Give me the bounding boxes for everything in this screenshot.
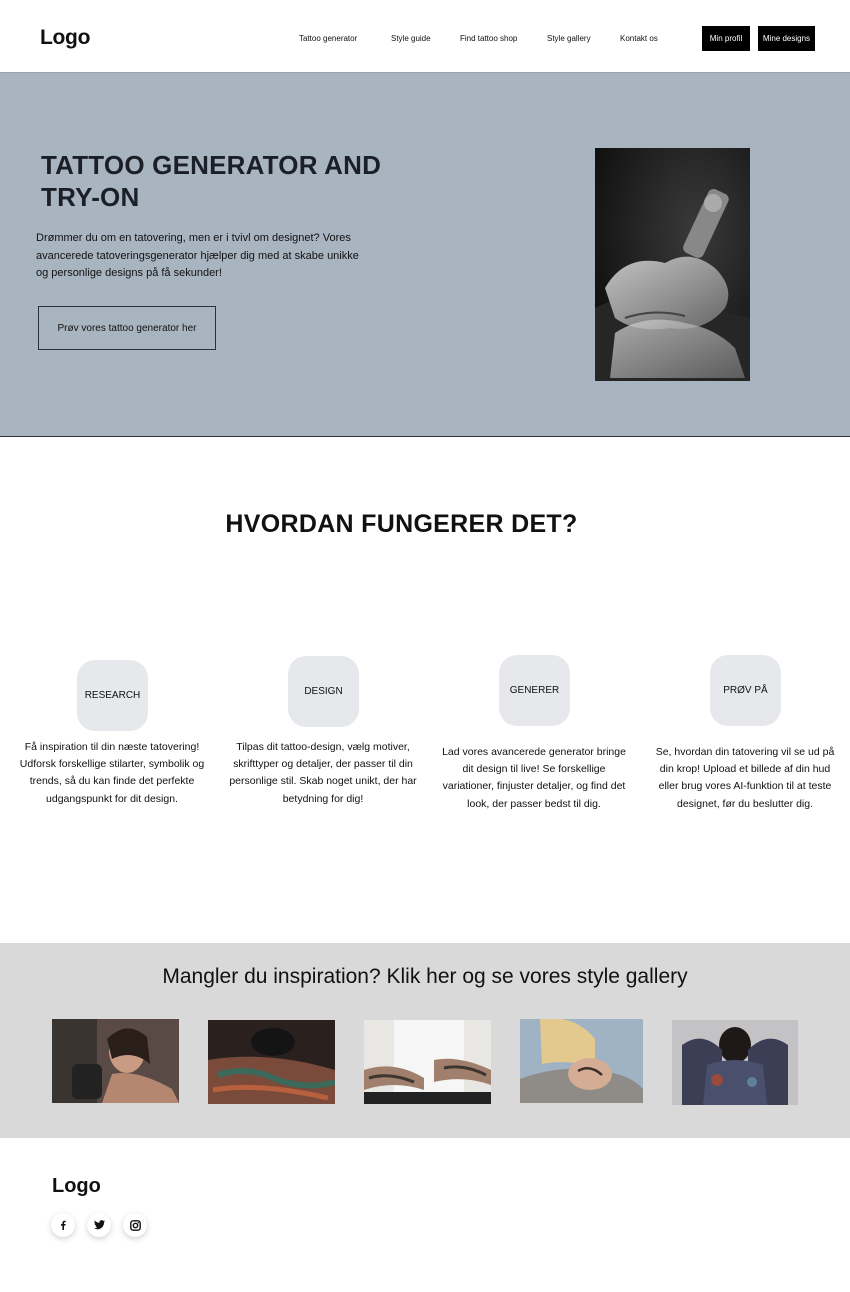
step-label-design: DESIGN <box>304 686 343 697</box>
nav-kontakt-os[interactable]: Kontakt os <box>620 34 658 43</box>
style-gallery-section: Mangler du inspiration? Klik her og se v… <box>0 943 850 1138</box>
step-label-generer: GENERER <box>509 685 560 696</box>
site-header: Logo Tattoo generator Style guide Find t… <box>0 0 850 73</box>
gallery-image-2[interactable] <box>208 1020 335 1104</box>
twitter-icon[interactable] <box>87 1213 111 1237</box>
min-profil-button[interactable]: Min profil <box>702 26 750 51</box>
instagram-icon[interactable] <box>123 1213 147 1237</box>
footer-logo[interactable]: Logo <box>52 1175 101 1198</box>
gallery-title[interactable]: Mangler du inspiration? Klik her og se v… <box>0 965 850 989</box>
nav-style-guide[interactable]: Style guide <box>391 34 431 43</box>
step-badge-prov-pa: PRØV PÅ <box>710 655 781 726</box>
hero-tattoo-artist-image <box>595 148 750 381</box>
nav-find-tattoo-shop[interactable]: Find tattoo shop <box>460 34 517 43</box>
hero-title: TATTOO GENERATOR AND TRY-ON <box>41 150 382 212</box>
step-badge-design: DESIGN <box>288 656 359 727</box>
step-label-research: RESEARCH <box>84 690 141 701</box>
mine-designs-button[interactable]: Mine designs <box>758 26 815 51</box>
facebook-icon[interactable] <box>51 1213 75 1237</box>
step-text-generer: Lad vores avancerede generator bringe di… <box>442 746 626 810</box>
step-badge-research: RESEARCH <box>77 660 148 731</box>
step-badge-generer: GENERER <box>499 655 570 726</box>
step-text-design: Tilpas dit tattoo-design, vælg motiver, … <box>229 741 417 805</box>
nav-style-gallery[interactable]: Style gallery <box>547 34 591 43</box>
how-it-works-title: HVORDAN FUNGERER DET? <box>225 510 578 538</box>
hero-description: Drømmer du om en tatovering, men er i tv… <box>36 232 359 279</box>
step-text-research: Få inspiration til din næste tatovering!… <box>19 741 205 805</box>
gallery-image-3[interactable] <box>364 1020 491 1104</box>
header-logo[interactable]: Logo <box>40 26 90 50</box>
step-text-prov-pa: Se, hvordan din tatovering vil se ud på … <box>655 746 835 810</box>
hero-section: TATTOO GENERATOR AND TRY-ON Drømmer du o… <box>0 73 850 437</box>
step-label-prov-pa: PRØV PÅ <box>723 685 768 696</box>
nav-tattoo-generator[interactable]: Tattoo generator <box>299 34 357 43</box>
gallery-image-1[interactable] <box>52 1019 179 1103</box>
gallery-image-5[interactable] <box>672 1020 798 1105</box>
hero-cta-button[interactable]: Prøv vores tattoo generator her <box>38 306 216 350</box>
gallery-image-4[interactable] <box>520 1019 643 1103</box>
